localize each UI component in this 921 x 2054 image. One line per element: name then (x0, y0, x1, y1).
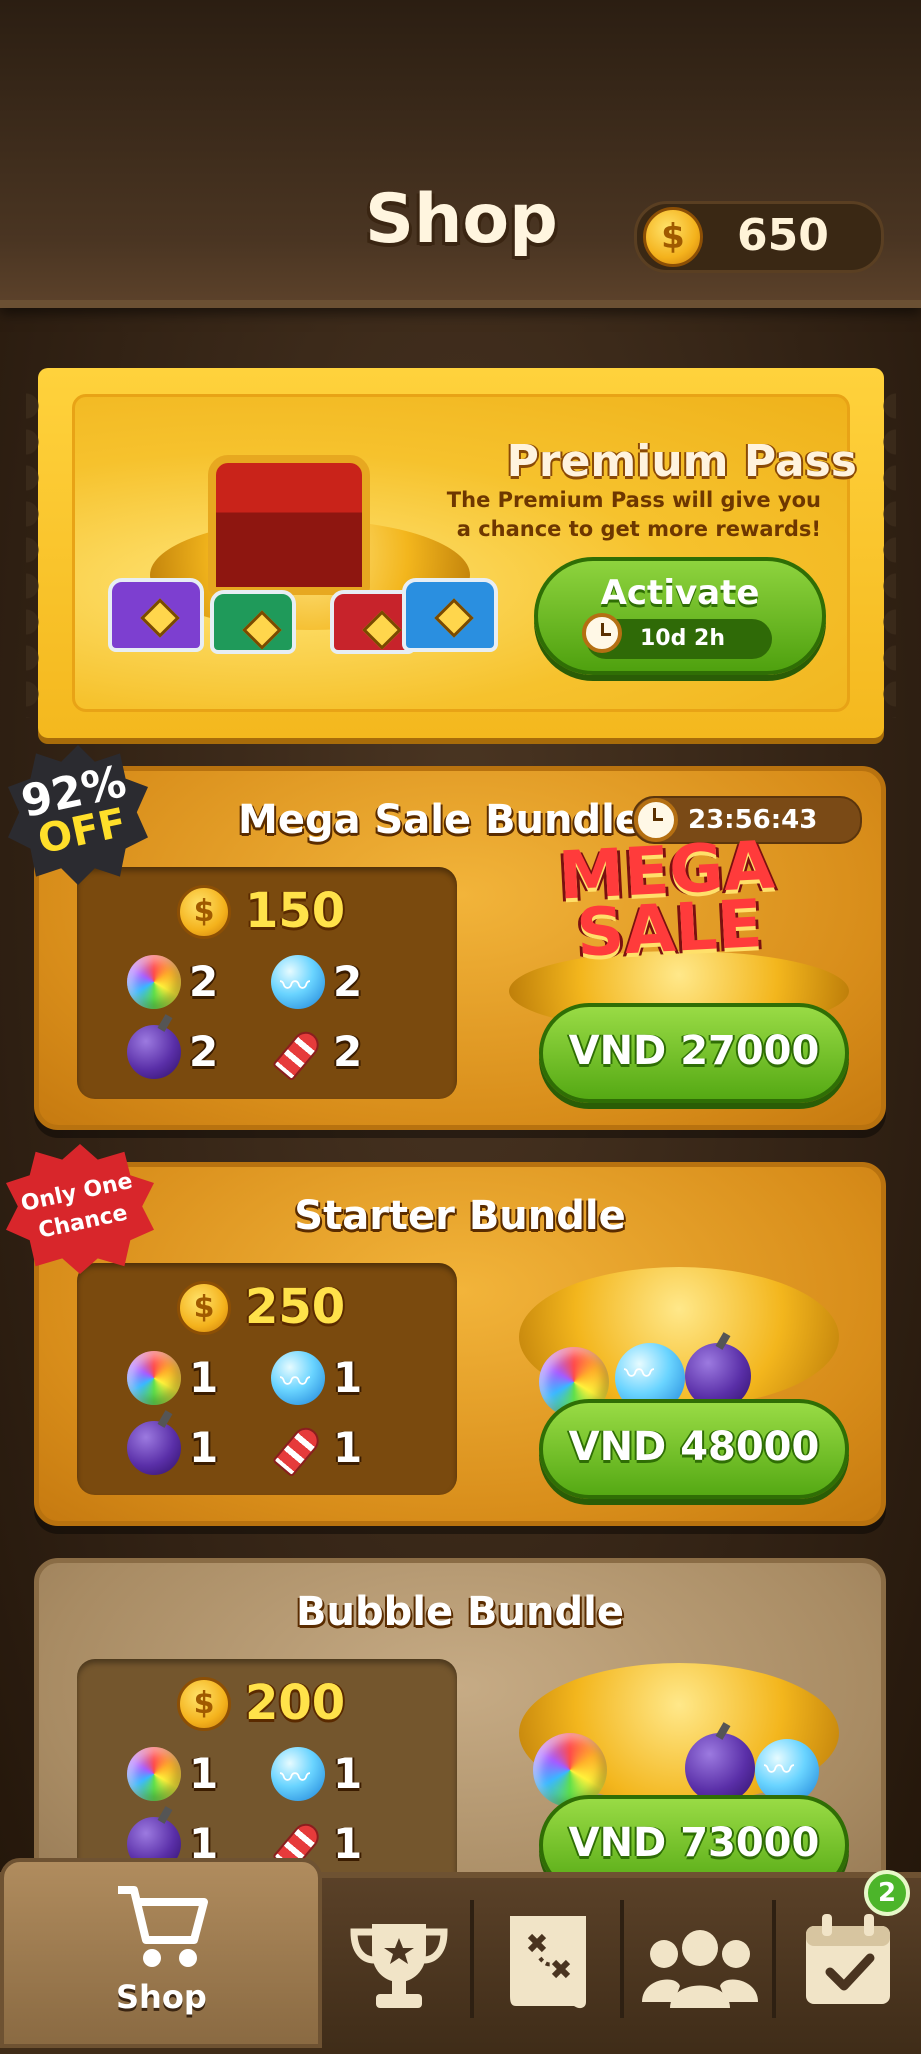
page-title: Shop (365, 180, 558, 259)
item-quantity: 1 (333, 1749, 363, 1798)
coin-icon: $ (643, 207, 703, 267)
lightning-ball-icon (271, 955, 325, 1009)
purple-chest-icon (108, 578, 204, 652)
bundle-contents: $ 200 1 1 1 1 (77, 1659, 457, 1891)
bundle-title: Starter Bundle (294, 1193, 626, 1239)
item-quantity: 1 (189, 1353, 219, 1402)
mega-sale-art: MEGA SALE (557, 826, 779, 972)
bundle-coins-value: 200 (245, 1675, 346, 1731)
rainbow-ball-icon (127, 955, 181, 1009)
rainbow-ball-icon (127, 1747, 181, 1801)
coin-icon: $ (177, 1677, 231, 1731)
lightning-ball-icon (271, 1747, 325, 1801)
rocket-icon (271, 1421, 325, 1478)
bundle-contents: $ 250 1 1 1 1 (77, 1263, 457, 1495)
rainbow-ball-icon (127, 1351, 181, 1405)
bundle-title: Bubble Bundle (296, 1589, 624, 1635)
lightning-ball-icon (755, 1739, 819, 1803)
item-quantity: 2 (189, 957, 219, 1006)
bomb-icon (127, 1421, 181, 1475)
nav-divider (470, 1900, 474, 2018)
bomb-icon (685, 1733, 755, 1803)
buy-button[interactable]: VND 27000 (539, 1003, 849, 1103)
mega-sale-art-line2: SALE (574, 885, 765, 972)
premium-pass-description-line1: The Premium Pass will give you (446, 488, 821, 512)
trophy-icon[interactable] (344, 1916, 454, 2016)
item-quantity: 1 (333, 1423, 363, 1472)
item-quantity: 2 (333, 957, 363, 1006)
treasure-chest-icon (208, 455, 370, 595)
premium-pass-title: Premium Pass (506, 436, 857, 487)
bomb-icon (127, 1025, 181, 1079)
cart-icon (118, 1886, 208, 1967)
activate-button[interactable]: Activate 10d 2h (534, 557, 826, 675)
nav-tab-shop[interactable] (0, 1858, 322, 2048)
bundle-coins-value: 250 (245, 1279, 346, 1335)
item-quantity: 1 (333, 1353, 363, 1402)
bundle-contents: $ 150 2 2 2 2 (77, 867, 457, 1099)
activate-button-label: Activate (600, 573, 760, 613)
item-quantity: 2 (333, 1027, 363, 1076)
buy-button[interactable]: VND 48000 (539, 1399, 849, 1499)
premium-pass-timer-value: 10d 2h (640, 626, 725, 651)
lightning-ball-icon (271, 1351, 325, 1405)
item-quantity: 2 (189, 1027, 219, 1076)
starter-bundle-card[interactable]: Starter Bundle $ 250 1 1 1 1 VND 48000 (34, 1162, 886, 1526)
coin-icon: $ (177, 885, 231, 939)
green-chest-icon (210, 590, 296, 654)
friends-icon[interactable] (640, 1922, 760, 2012)
nav-divider (620, 1900, 624, 2018)
premium-pass-description-line2: a chance to get more rewards! (456, 517, 821, 541)
premium-pass-description: The Premium Pass will give you a chance … (401, 486, 821, 544)
bundle-coins-value: 150 (245, 883, 346, 939)
item-quantity: 1 (189, 1749, 219, 1798)
coin-icon: $ (177, 1281, 231, 1335)
premium-pass-timer: 10d 2h (582, 613, 772, 659)
coin-balance[interactable]: $ 650 (634, 201, 884, 273)
stopwatch-icon (582, 613, 622, 653)
map-icon[interactable] (500, 1906, 600, 2016)
calendar-icon[interactable] (798, 1910, 898, 2010)
calendar-notification-badge: 2 (864, 1870, 910, 1916)
blue-chest-icon (402, 578, 498, 652)
rocket-icon (271, 1025, 325, 1082)
item-quantity: 1 (333, 1819, 363, 1868)
nav-shop-label: Shop (116, 1978, 207, 2016)
item-quantity: 1 (189, 1423, 219, 1472)
coin-balance-value: 650 (737, 210, 829, 261)
nav-divider (772, 1900, 776, 2018)
